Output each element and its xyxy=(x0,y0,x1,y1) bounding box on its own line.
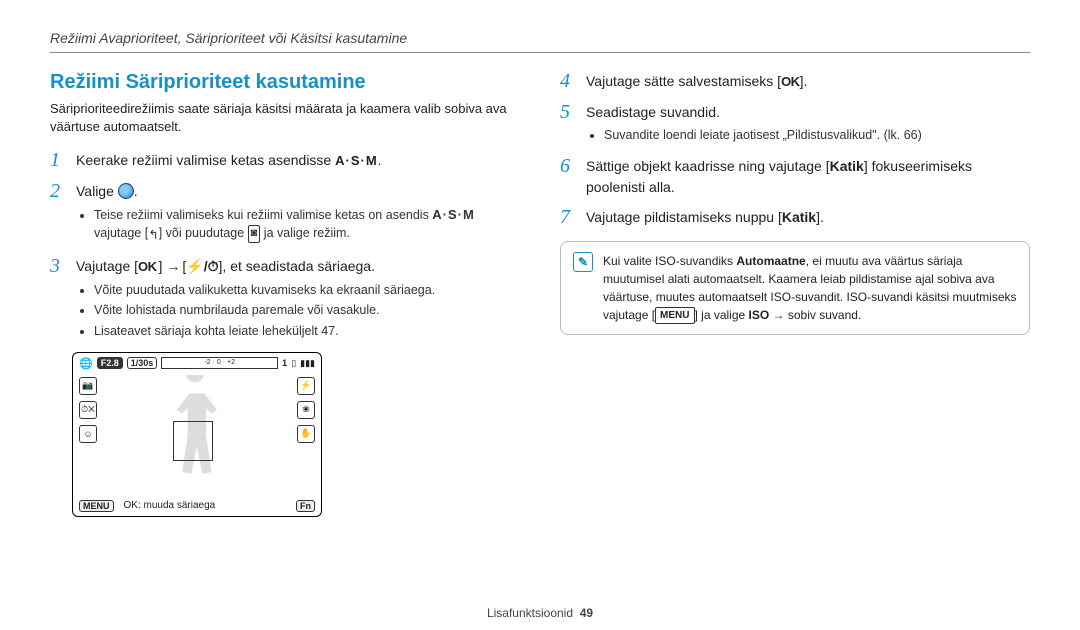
intro-text: Säriprioriteedirežiimis saate säriaja kä… xyxy=(50,100,520,136)
step-3-sub-2: Võite lohistada numbrilauda paremale või… xyxy=(94,301,520,319)
ev-meter: -2 · 0 · +2 xyxy=(161,357,278,369)
drive-icon: 📷 xyxy=(79,377,97,395)
face-icon: ☺ xyxy=(79,425,97,443)
step-number-2: 2 xyxy=(50,181,68,201)
mode-square-icon: ◙ xyxy=(248,225,261,243)
ok-icon: OK xyxy=(138,259,157,274)
card-icon: ▯ xyxy=(291,358,296,369)
step-number-7: 7 xyxy=(560,207,578,227)
step-number-5: 5 xyxy=(560,102,578,122)
footer-chapter: Lisafunktsioonid xyxy=(487,606,573,620)
fn-button[interactable]: Fn xyxy=(296,500,315,512)
menu-button[interactable]: MENU xyxy=(79,500,114,512)
running-header: Režiimi Avaprioriteet, Säriprioriteet võ… xyxy=(50,30,1030,53)
step-4: Vajutage sätte salvestamiseks [OK]. xyxy=(586,71,1030,92)
step-5-sub-1: Suvandite loendi leiate jaotisest „Pildi… xyxy=(604,126,1030,144)
asm-icon: A·S·M xyxy=(335,153,378,168)
shutter-key: Katik xyxy=(830,158,864,174)
step-2: Valige . Teise režiimi valimiseks kui re… xyxy=(76,181,520,246)
section-title: Režiimi Säriprioriteet kasutamine xyxy=(50,71,520,94)
step-5: Seadistage suvandid. Suvandite loendi le… xyxy=(586,102,1030,146)
note-text: Kui valite ISO-suvandiks Automaatne, ei … xyxy=(603,252,1017,324)
note-box: ✎ Kui valite ISO-suvandiks Automaatne, e… xyxy=(560,241,1030,335)
step-1: Keerake režiimi valimise ketas asendisse… xyxy=(76,150,520,171)
step-number-4: 4 xyxy=(560,71,578,91)
stabilizer-icon: ✋ xyxy=(297,425,315,443)
globe-mode-icon xyxy=(118,183,134,199)
step-3-sub-3: Lisateavet säriaja kohta leiate lehekülj… xyxy=(94,322,520,340)
back-icon: ↰ xyxy=(148,226,158,244)
step-3-sub-1: Võite puudutada valikuketta kuvamiseks k… xyxy=(94,281,520,299)
macro-icon: ❀ xyxy=(297,401,315,419)
flash-icon: ⚡ xyxy=(297,377,315,395)
ok-hint: OK: muuda säriaega xyxy=(120,500,291,511)
battery-icon: ▮▮▮ xyxy=(300,358,315,369)
menu-inline-icon: MENU xyxy=(655,307,694,324)
step-number-3: 3 xyxy=(50,256,68,276)
right-column: 4 Vajutage sätte salvestamiseks [OK]. 5 … xyxy=(560,71,1030,598)
shutter-key: Katik xyxy=(782,209,816,225)
shots-remaining: 1 xyxy=(282,358,287,368)
shutter-pill: 1/30s xyxy=(127,357,158,369)
ok-icon: OK xyxy=(781,74,800,89)
step-number-6: 6 xyxy=(560,156,578,176)
step-number-1: 1 xyxy=(50,150,68,170)
footer-page-number: 49 xyxy=(580,606,593,620)
flash-timer-icon: ⚡/⏱ xyxy=(186,258,218,274)
aperture-pill: F2.8 xyxy=(97,357,123,369)
asm-icon: A·S·M xyxy=(432,207,475,222)
note-icon: ✎ xyxy=(573,252,593,272)
left-column: Režiimi Säriprioriteet kasutamine Säripr… xyxy=(50,71,520,598)
timer-off-icon: ⏱✕ xyxy=(79,401,97,419)
page-footer: Lisafunktsioonid 49 xyxy=(50,598,1030,620)
step-6: Sättige objekt kaadrisse ning vajutage [… xyxy=(586,156,1030,197)
step-7: Vajutage pildistamiseks nuppu [Katik]. xyxy=(586,207,1030,227)
camera-lcd-figure: 🌐 F2.8 1/30s -2 · 0 · +2 1 ▯ ▮▮▮ 📷 ⏱✕ ☺ … xyxy=(72,352,322,517)
af-frame xyxy=(173,421,213,461)
step-2-sub-1: Teise režiimi valimiseks kui režiimi val… xyxy=(94,206,520,245)
globe-icon: 🌐 xyxy=(79,357,93,370)
step-3: Vajutage [OK]→[⚡/⏱], et seadistada säria… xyxy=(76,256,520,341)
